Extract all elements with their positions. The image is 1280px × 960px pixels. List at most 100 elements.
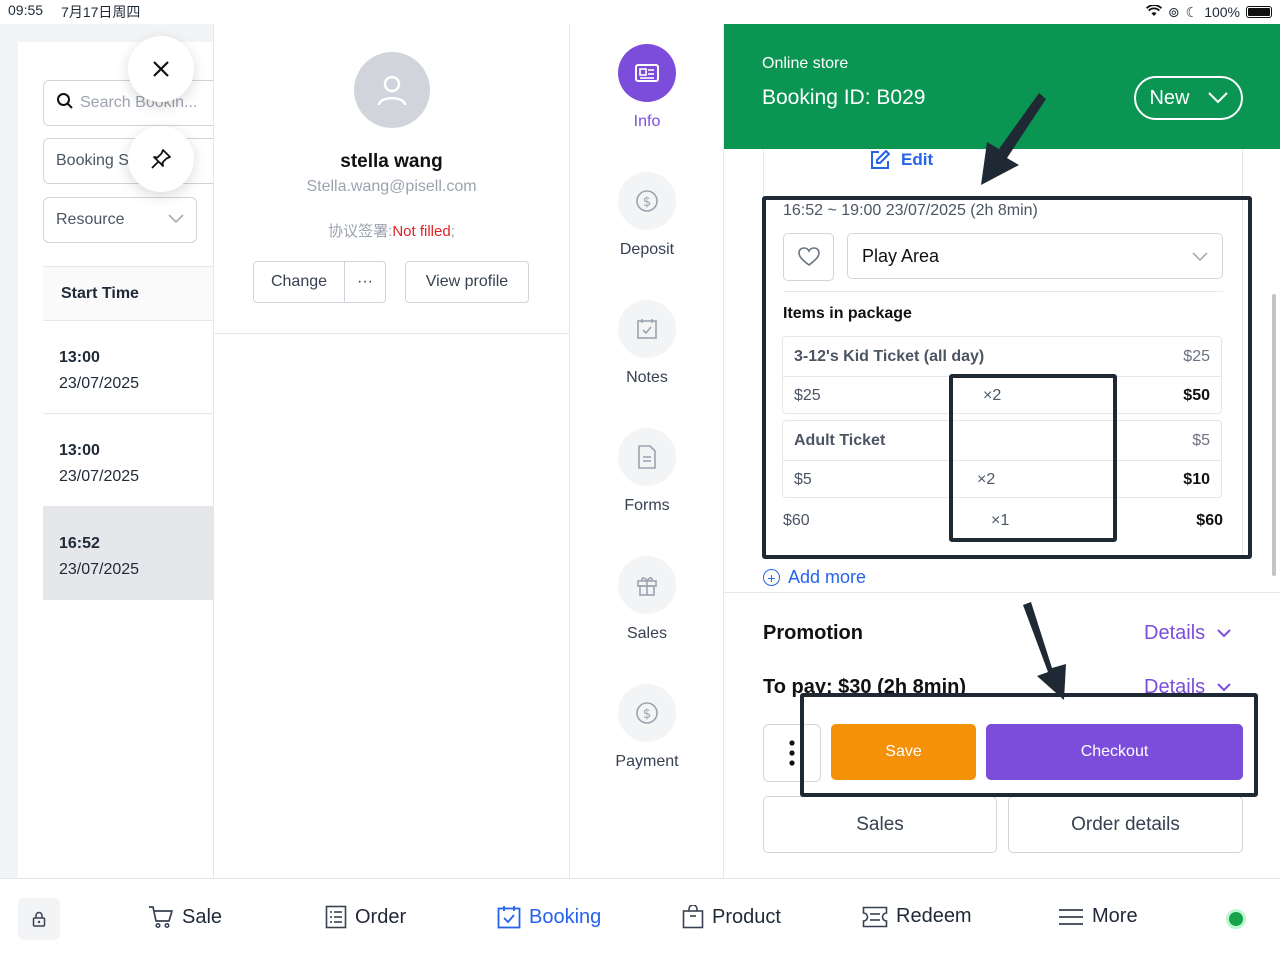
nav-label: Sale [182,905,223,928]
customer-panel: stella wang Stella.wang@pisell.com 协议签署:… [213,24,569,878]
row-date: 23/07/2025 [59,561,140,578]
nav-label: Product [712,905,781,928]
store-label: Online store [762,55,849,72]
gift-icon [618,556,676,614]
nav-forms[interactable]: Forms [570,428,724,515]
details-label: Details [1144,676,1206,698]
id-card-icon [618,44,676,102]
close-button[interactable] [128,36,194,102]
search-placeholder: Search Bookin... [80,94,198,111]
booking-status-button[interactable]: New [1134,76,1243,120]
resource-filter[interactable]: Resource [43,197,197,243]
details-label: Details [1144,622,1206,644]
close-icon [153,61,169,77]
item-unit-price: $5 [1192,431,1210,449]
nav-notes[interactable]: Notes [570,300,724,387]
table-row-selected[interactable]: 16:52 23/07/2025 [43,507,218,600]
nav-payment[interactable]: $ Payment [570,684,724,771]
heart-icon [797,247,820,267]
table-row[interactable]: 13:00 23/07/2025 [43,414,218,507]
package-quantity[interactable]: ×1 [991,512,1009,530]
nav-product[interactable]: Product [682,905,781,929]
dollar-icon: $ [618,684,676,742]
favorite-button[interactable] [783,233,834,281]
item-price: $25 [794,387,821,404]
change-customer-button[interactable]: Change [253,261,345,303]
pin-icon [151,149,171,169]
item-quantity[interactable]: ×2 [977,471,995,489]
search-input[interactable]: Search Bookin... [43,80,218,126]
nav-sale[interactable]: Sale [148,905,222,929]
nav-more[interactable]: More [1058,905,1138,928]
nav-label: Forms [624,497,670,514]
booking-detail-panel: Online store Booking ID: B029 New Edit 1… [723,24,1280,878]
add-more-link[interactable]: + Add more [763,567,866,588]
user-icon [377,75,407,106]
nav-order[interactable]: Order [325,905,406,929]
nav-label: Booking [529,905,602,928]
nav-booking[interactable]: Booking [497,905,601,929]
payment-details-link[interactable]: Details [1144,676,1231,699]
location-icon: ⊚ [1167,3,1180,20]
bag-icon [682,905,704,929]
resource-select[interactable]: Play Area [847,233,1223,279]
dollar-icon: $ [618,172,676,230]
chevron-down-icon [1207,92,1228,104]
promotion-details-link[interactable]: Details [1144,622,1231,645]
item-name: 3-12's Kid Ticket (all day) [794,347,985,365]
lock-icon [32,911,46,927]
booking-time-range: 16:52 ~ 19:00 23/07/2025 (2h 8min) [783,202,1038,219]
items-in-package-title: Items in package [783,305,912,322]
customer-name: stella wang [340,151,443,172]
view-profile-button[interactable]: View profile [405,261,529,303]
nav-label: Order [355,905,407,928]
edit-link[interactable]: Edit [869,149,933,171]
nav-sales[interactable]: Sales [570,556,724,643]
avatar [354,52,430,128]
package-item: Adult Ticket $5 $5 ×2 $10 [782,420,1222,498]
wifi-icon [1145,4,1162,20]
order-details-button[interactable]: Order details [1008,796,1243,853]
checkout-button[interactable]: Checkout [986,724,1243,780]
detail-nav: Info $ Deposit Notes Forms Sales $ Payme… [569,24,723,878]
table-row[interactable]: 13:00 23/07/2025 [43,321,218,414]
nav-deposit[interactable]: $ Deposit [570,172,724,259]
item-name: Adult Ticket [794,431,886,449]
chevron-down-icon [1217,629,1231,638]
column-header-start-time[interactable]: Start Time [43,267,218,321]
booking-status-label: New [1149,86,1190,109]
status-bar: 09:55 7月17日周四 ⊚ ☾ 100% [0,0,1280,24]
sales-button[interactable]: Sales [763,796,997,853]
lock-button[interactable] [18,898,60,940]
battery-icon [1246,6,1272,18]
to-pay-amount: To pay: $30 (2h 8min) [763,676,967,698]
nav-redeem[interactable]: Redeem [862,905,972,928]
more-actions-button[interactable] [763,724,821,782]
save-button[interactable]: Save [831,724,976,780]
calendar-check-icon [618,300,676,358]
package-summary: $60 ×1 $60 [783,510,1223,532]
item-quantity[interactable]: ×2 [983,387,1001,405]
scrollbar[interactable] [1272,294,1276,576]
booking-header: Online store Booking ID: B029 New [724,24,1280,149]
package-total: $60 [1196,512,1223,529]
nav-label: Payment [615,753,679,770]
nav-label: Sales [626,625,668,642]
customer-more-button[interactable]: ··· [344,261,386,303]
search-icon [56,92,74,115]
agreement-value: Not filled [392,223,451,240]
booking-id: Booking ID: B029 [762,86,926,109]
kebab-icon [789,740,795,766]
pin-button[interactable] [128,126,194,192]
package-price: $60 [783,512,810,529]
svg-text:$: $ [643,707,651,722]
divider [724,592,1280,593]
nav-info[interactable]: Info [570,44,724,131]
agreement-suffix: ; [450,223,455,240]
agreement-label: 协议签署: [328,223,393,240]
edit-icon [871,150,890,169]
online-status-indicator [1229,912,1243,926]
nav-label: Deposit [619,241,675,258]
list-icon [325,905,347,929]
nav-label: Info [633,113,661,130]
